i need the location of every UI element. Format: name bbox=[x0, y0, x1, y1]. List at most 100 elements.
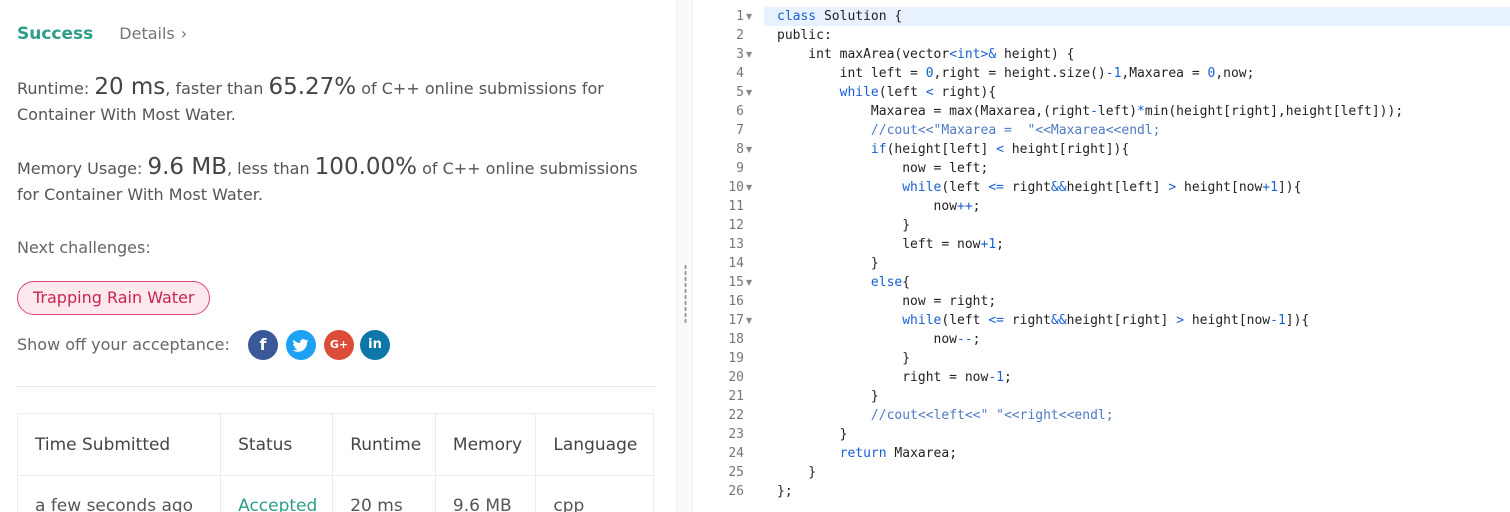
fold-arrow-icon[interactable]: ▼ bbox=[746, 45, 752, 64]
line-number: 17 bbox=[728, 313, 744, 328]
table-header-row: Time Submitted Status Runtime Memory Lan… bbox=[16, 413, 654, 476]
fold-arrow-icon[interactable]: ▼ bbox=[746, 178, 752, 197]
fold-arrow-icon[interactable]: ▼ bbox=[746, 140, 752, 159]
divider bbox=[17, 386, 655, 387]
runtime-summary: Runtime: 20 ms, faster than 65.27% of C+… bbox=[17, 74, 657, 128]
code-line[interactable]: } bbox=[764, 349, 1510, 368]
chevron-right-icon: › bbox=[180, 24, 188, 43]
memory-prefix: Memory Usage: bbox=[17, 159, 148, 178]
line-number: 11 bbox=[728, 199, 744, 214]
line-number: 16 bbox=[728, 294, 744, 309]
next-challenges-label: Next challenges: bbox=[17, 238, 151, 257]
header-status[interactable]: Status bbox=[220, 413, 334, 476]
code-line[interactable]: } bbox=[764, 254, 1510, 273]
code-line[interactable]: while(left < right){ bbox=[764, 83, 1510, 102]
line-number: 15 bbox=[728, 275, 744, 290]
code-line[interactable]: while(left <= right&&height[right] > hei… bbox=[764, 311, 1510, 330]
line-number: 7 bbox=[736, 123, 744, 138]
runtime-mid: , faster than bbox=[165, 79, 269, 98]
details-link[interactable]: Details › bbox=[119, 24, 187, 43]
code-line[interactable]: int left = 0,right = height.size()-1,Max… bbox=[764, 64, 1510, 83]
code-line[interactable]: } bbox=[764, 387, 1510, 406]
line-number: 24 bbox=[728, 446, 744, 461]
header-runtime[interactable]: Runtime bbox=[332, 413, 436, 476]
code-line[interactable]: if(height[left] < height[right]){ bbox=[764, 140, 1510, 159]
table-row: a few seconds ago Accepted 20 ms 9.6 MB … bbox=[16, 475, 654, 512]
cell-memory: 9.6 MB bbox=[434, 475, 537, 512]
code-line[interactable]: public: bbox=[764, 26, 1510, 45]
code-line[interactable]: class Solution { bbox=[764, 7, 1510, 26]
line-number: 21 bbox=[728, 389, 744, 404]
line-number: 9 bbox=[736, 161, 744, 176]
header-time-submitted[interactable]: Time Submitted bbox=[16, 413, 222, 476]
memory-summary: Memory Usage: 9.6 MB, less than 100.00% … bbox=[17, 154, 657, 208]
code-line[interactable]: //cout<<left<<" "<<right<<endl; bbox=[764, 406, 1510, 425]
line-number: 10 bbox=[728, 180, 744, 195]
code-line[interactable]: Maxarea = max(Maxarea,(right-left)*min(h… bbox=[764, 102, 1510, 121]
line-number: 6 bbox=[736, 104, 744, 119]
code-area[interactable]: class Solution {public: int maxArea(vect… bbox=[764, 7, 1510, 501]
line-number: 3 bbox=[736, 47, 744, 62]
line-number: 4 bbox=[736, 66, 744, 81]
fold-arrow-icon[interactable]: ▼ bbox=[746, 7, 752, 26]
cell-runtime: 20 ms bbox=[332, 475, 436, 512]
linkedin-icon[interactable]: in bbox=[360, 330, 390, 360]
line-number: 20 bbox=[728, 370, 744, 385]
line-number: 18 bbox=[728, 332, 744, 347]
line-number: 26 bbox=[728, 484, 744, 499]
fold-arrow-icon[interactable]: ▼ bbox=[746, 83, 752, 102]
code-line[interactable]: } bbox=[764, 425, 1510, 444]
drag-handle-icon[interactable] bbox=[684, 264, 687, 324]
submission-result-panel: Success Details › Runtime: 20 ms, faster … bbox=[0, 0, 672, 512]
code-line[interactable]: //cout<<"Maxarea = "<<Maxarea<<endl; bbox=[764, 121, 1510, 140]
code-line[interactable]: now++; bbox=[764, 197, 1510, 216]
code-line[interactable]: }; bbox=[764, 482, 1510, 501]
line-number: 1 bbox=[736, 9, 744, 24]
code-line[interactable]: now = right; bbox=[764, 292, 1510, 311]
code-line[interactable]: } bbox=[764, 216, 1510, 235]
memory-value: 9.6 MB bbox=[147, 154, 227, 180]
header-language[interactable]: Language bbox=[535, 413, 654, 476]
share-label: Show off your acceptance: bbox=[17, 335, 230, 354]
twitter-icon[interactable] bbox=[286, 330, 316, 360]
memory-mid: , less than bbox=[227, 159, 315, 178]
success-status: Success bbox=[17, 24, 94, 44]
runtime-percent: 65.27% bbox=[268, 74, 357, 100]
line-number: 25 bbox=[728, 465, 744, 480]
code-editor[interactable]: 1 ▼ 2 3 ▼ 4 5 ▼ 6 7 8 ▼ 9 10 ▼ 11 12 13 14 15 ▼ 16 17 ▼ 18 19 20 21… bbox=[694, 0, 1510, 512]
code-line[interactable]: while(left <= right&&height[left] > heig… bbox=[764, 178, 1510, 197]
code-line[interactable]: return Maxarea; bbox=[764, 444, 1510, 463]
code-line[interactable]: now = left; bbox=[764, 159, 1510, 178]
cell-language: cpp bbox=[535, 475, 654, 512]
line-number: 8 bbox=[736, 142, 744, 157]
code-line[interactable]: } bbox=[764, 463, 1510, 482]
submissions-table: Time Submitted Status Runtime Memory Lan… bbox=[16, 413, 654, 512]
line-number: 23 bbox=[728, 427, 744, 442]
fold-arrow-icon[interactable]: ▼ bbox=[746, 311, 752, 330]
line-number: 5 bbox=[736, 85, 744, 100]
panel-splitter[interactable] bbox=[676, 0, 693, 512]
code-line[interactable]: else{ bbox=[764, 273, 1510, 292]
line-number: 13 bbox=[728, 237, 744, 252]
code-line[interactable]: int maxArea(vector<int>& height) { bbox=[764, 45, 1510, 64]
facebook-icon[interactable]: f bbox=[248, 330, 278, 360]
runtime-value: 20 ms bbox=[94, 74, 166, 100]
google-plus-icon[interactable]: G+ bbox=[324, 330, 354, 360]
header-memory[interactable]: Memory bbox=[434, 413, 537, 476]
line-number: 12 bbox=[728, 218, 744, 233]
line-number-gutter: 1 ▼ 2 3 ▼ 4 5 ▼ 6 7 8 ▼ 9 10 ▼ 11 12 13 14 15 ▼ 16 17 ▼ 18 19 20 21… bbox=[694, 0, 764, 512]
line-number: 19 bbox=[728, 351, 744, 366]
twitter-bird-glyph bbox=[293, 339, 309, 352]
details-label: Details bbox=[119, 24, 175, 43]
fold-arrow-icon[interactable]: ▼ bbox=[746, 273, 752, 292]
cell-status[interactable]: Accepted bbox=[220, 475, 334, 512]
code-line[interactable]: now--; bbox=[764, 330, 1510, 349]
line-number: 2 bbox=[736, 28, 744, 43]
code-line[interactable]: left = now+1; bbox=[764, 235, 1510, 254]
result-header: Success Details › bbox=[17, 24, 187, 44]
cell-time-submitted: a few seconds ago bbox=[16, 475, 222, 512]
line-number: 22 bbox=[728, 408, 744, 423]
challenge-tag-trapping-rain-water[interactable]: Trapping Rain Water bbox=[17, 281, 211, 315]
code-line[interactable]: right = now-1; bbox=[764, 368, 1510, 387]
memory-percent: 100.00% bbox=[314, 154, 418, 180]
